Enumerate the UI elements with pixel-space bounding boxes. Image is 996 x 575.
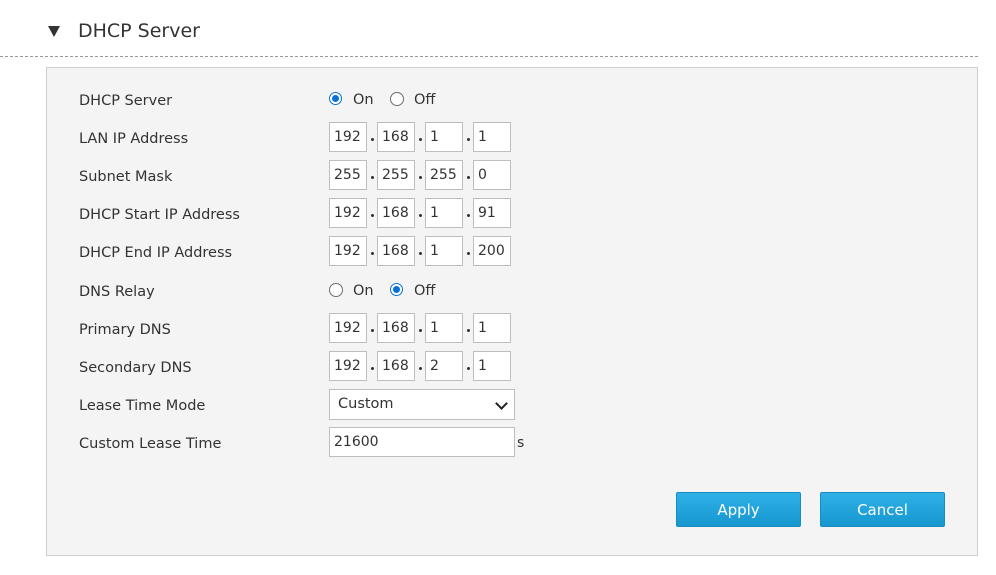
dns-relay-on-option[interactable]: On (329, 283, 389, 299)
lan-ip-label: LAN IP Address (79, 131, 189, 147)
lease-time-mode-select[interactable]: Custom (329, 389, 515, 420)
dns-relay-off-option[interactable]: Off (390, 283, 450, 299)
dhcp-end-octet-4[interactable]: 200 (473, 236, 511, 266)
ip-separator-dot (371, 214, 374, 217)
ip-separator-dot (371, 329, 374, 332)
custom-lease-time-label: Custom Lease Time (79, 436, 222, 452)
lan-ip-octet-1[interactable]: 192 (329, 122, 367, 152)
row-dns-relay: DNS Relay On Off (47, 275, 977, 307)
dns-relay-off-label: Off (414, 283, 436, 299)
ip-separator-dot (371, 138, 374, 141)
row-secondary-dns: Secondary DNS 192 168 2 1 (47, 351, 977, 383)
primary-dns-octet-2[interactable]: 168 (377, 313, 415, 343)
dhcp-end-octet-3[interactable]: 1 (425, 236, 463, 266)
dns-relay-off-radio[interactable] (390, 283, 403, 296)
dhcp-server-label: DHCP Server (79, 93, 173, 109)
subnet-mask-label: Subnet Mask (79, 169, 173, 185)
section-header[interactable]: DHCP Server (0, 0, 978, 57)
primary-dns-octet-4[interactable]: 1 (473, 313, 511, 343)
dhcp-end-octet-1[interactable]: 192 (329, 236, 367, 266)
dhcp-server-off-option[interactable]: Off (390, 92, 450, 108)
dns-relay-label: DNS Relay (79, 284, 155, 300)
dhcp-start-octet-3[interactable]: 1 (425, 198, 463, 228)
dhcp-server-off-label: Off (414, 92, 436, 108)
primary-dns-label: Primary DNS (79, 322, 171, 338)
lease-time-mode-value: Custom (338, 396, 394, 412)
row-subnet-mask: Subnet Mask 255 255 255 0 (47, 160, 977, 192)
dhcp-settings-panel: DHCP Server On Off LAN IP Address 192 16… (46, 67, 978, 556)
custom-lease-time-unit: s (517, 435, 525, 451)
dhcp-end-octet-2[interactable]: 168 (377, 236, 415, 266)
dns-relay-on-radio[interactable] (329, 283, 343, 297)
ip-separator-dot (419, 176, 422, 179)
lease-time-mode-label: Lease Time Mode (79, 398, 206, 414)
ip-separator-dot (467, 176, 470, 179)
dhcp-start-ip-label: DHCP Start IP Address (79, 207, 240, 223)
ip-separator-dot (467, 214, 470, 217)
secondary-dns-octet-4[interactable]: 1 (473, 351, 511, 381)
ip-separator-dot (467, 252, 470, 255)
primary-dns-octet-3[interactable]: 1 (425, 313, 463, 343)
ip-separator-dot (419, 252, 422, 255)
section-title: DHCP Server (78, 20, 200, 42)
dhcp-end-ip-label: DHCP End IP Address (79, 245, 233, 261)
dhcp-server-on-label: On (353, 92, 374, 108)
ip-separator-dot (419, 367, 422, 370)
secondary-dns-octet-3[interactable]: 2 (425, 351, 463, 381)
primary-dns-octet-1[interactable]: 192 (329, 313, 367, 343)
subnet-mask-octet-3[interactable]: 255 (425, 160, 463, 190)
row-dhcp-start-ip: DHCP Start IP Address 192 168 1 91 (47, 198, 977, 230)
ip-separator-dot (419, 138, 422, 141)
secondary-dns-octet-2[interactable]: 168 (377, 351, 415, 381)
collapse-arrow-icon[interactable] (48, 26, 60, 37)
ip-separator-dot (467, 138, 470, 141)
row-custom-lease-time: Custom Lease Time 21600 s (47, 427, 977, 459)
row-dhcp-end-ip: DHCP End IP Address 192 168 1 200 (47, 236, 977, 268)
dhcp-start-octet-1[interactable]: 192 (329, 198, 367, 228)
dhcp-server-on-option[interactable]: On (329, 92, 389, 108)
dhcp-start-octet-2[interactable]: 168 (377, 198, 415, 228)
lan-ip-octet-2[interactable]: 168 (377, 122, 415, 152)
dhcp-start-octet-4[interactable]: 91 (473, 198, 511, 228)
ip-separator-dot (371, 252, 374, 255)
ip-separator-dot (467, 329, 470, 332)
secondary-dns-octet-1[interactable]: 192 (329, 351, 367, 381)
subnet-mask-octet-4[interactable]: 0 (473, 160, 511, 190)
ip-separator-dot (371, 176, 374, 179)
apply-button[interactable]: Apply (676, 492, 801, 527)
ip-separator-dot (467, 367, 470, 370)
subnet-mask-octet-2[interactable]: 255 (377, 160, 415, 190)
chevron-down-icon (495, 397, 508, 410)
cancel-button[interactable]: Cancel (820, 492, 945, 527)
subnet-mask-octet-1[interactable]: 255 (329, 160, 367, 190)
row-lan-ip: LAN IP Address 192 168 1 1 (47, 122, 977, 154)
ip-separator-dot (419, 214, 422, 217)
ip-separator-dot (371, 367, 374, 370)
lan-ip-octet-3[interactable]: 1 (425, 122, 463, 152)
dns-relay-on-label: On (353, 283, 374, 299)
secondary-dns-label: Secondary DNS (79, 360, 192, 376)
lan-ip-octet-4[interactable]: 1 (473, 122, 511, 152)
dhcp-server-on-radio[interactable] (329, 92, 342, 105)
dhcp-server-off-radio[interactable] (390, 92, 404, 106)
row-lease-time-mode: Lease Time Mode Custom (47, 389, 977, 421)
custom-lease-time-input[interactable]: 21600 (329, 427, 515, 457)
ip-separator-dot (419, 329, 422, 332)
row-dhcp-server: DHCP Server On Off (47, 84, 977, 116)
row-primary-dns: Primary DNS 192 168 1 1 (47, 313, 977, 345)
